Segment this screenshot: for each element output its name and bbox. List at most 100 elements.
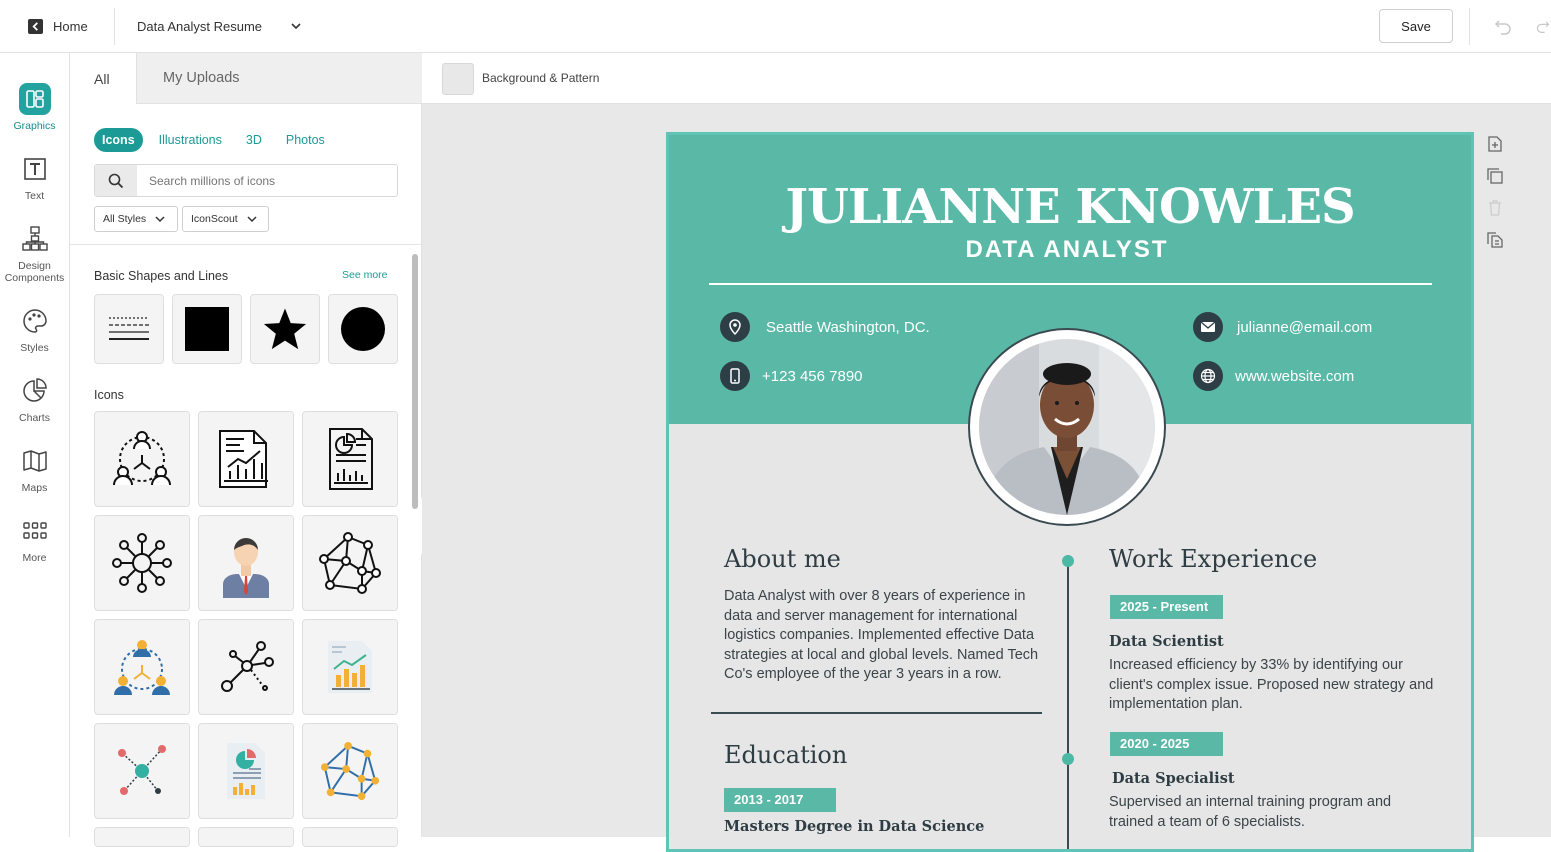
timeline-dot: [1062, 555, 1074, 567]
chip-illustrations[interactable]: Illustrations: [151, 128, 230, 152]
chevron-down-icon[interactable]: [289, 19, 303, 33]
grid-icon: [19, 515, 51, 547]
location-pin-icon: [720, 312, 750, 342]
education-heading[interactable]: Education: [724, 741, 847, 769]
timeline-dot: [1062, 753, 1074, 765]
rail-item-more[interactable]: More: [0, 515, 69, 564]
design-components-icon: [19, 223, 51, 255]
job1-title[interactable]: Data Scientist: [1109, 633, 1224, 650]
document-analytics-icon[interactable]: [302, 411, 398, 507]
molecule-icon[interactable]: [198, 619, 294, 715]
resume-name[interactable]: JULIANNE KNOWLES: [669, 179, 1471, 235]
home-label: Home: [53, 18, 88, 34]
map-icon: [19, 445, 51, 477]
rail-item-styles[interactable]: Styles: [0, 305, 69, 354]
icon-tile[interactable]: [302, 827, 398, 847]
businessman-icon[interactable]: [198, 515, 294, 611]
square-shape[interactable]: [172, 294, 242, 364]
education-period-badge[interactable]: 2013 - 2017: [724, 788, 836, 812]
globe-icon: [1193, 361, 1223, 391]
search-icon[interactable]: [95, 165, 137, 196]
rail-item-design-components[interactable]: Design Components: [0, 223, 69, 284]
polygon-network-icon[interactable]: [302, 515, 398, 611]
source-filter-dropdown[interactable]: IconScout: [182, 206, 269, 232]
palette-icon: [19, 305, 51, 337]
rail-label: Maps: [21, 482, 48, 494]
background-swatch[interactable]: [442, 63, 474, 95]
team-network-color-icon[interactable]: [94, 619, 190, 715]
style-filter-dropdown[interactable]: All Styles: [94, 206, 178, 232]
see-more-link[interactable]: See more: [342, 269, 388, 281]
lines-shape[interactable]: [94, 294, 164, 364]
rail-label: Design Components: [4, 260, 65, 284]
divider: [114, 8, 115, 45]
tab-my-uploads[interactable]: My Uploads: [136, 53, 422, 104]
category-chips: Icons Illustrations 3D Photos: [94, 128, 341, 152]
resume-role[interactable]: DATA ANALYST: [669, 236, 1465, 264]
home-button[interactable]: Home: [28, 12, 88, 40]
panel-scrollbar[interactable]: [412, 254, 418, 509]
rail-item-text[interactable]: Text: [0, 153, 69, 202]
job2-period-badge[interactable]: 2020 - 2025: [1110, 732, 1223, 756]
location-text: Seattle Washington, DC.: [766, 318, 930, 336]
job2-text[interactable]: Supervised an internal training program …: [1109, 793, 1435, 832]
contact-location[interactable]: Seattle Washington, DC.: [720, 312, 930, 342]
report-growth-icon[interactable]: [302, 619, 398, 715]
save-button[interactable]: Save: [1379, 9, 1453, 43]
copy-page-icon[interactable]: [1486, 231, 1504, 249]
about-text[interactable]: Data Analyst with over 8 years of experi…: [724, 587, 1044, 685]
about-heading[interactable]: About me: [724, 545, 841, 573]
chevron-down-icon: [155, 216, 165, 223]
shapes-section-title: Basic Shapes and Lines: [94, 269, 229, 283]
chip-3d[interactable]: 3D: [238, 128, 270, 152]
top-bar: Home Data Analyst Resume Save: [0, 0, 1551, 53]
background-pattern-button[interactable]: Background & Pattern: [482, 71, 599, 85]
duplicate-page-icon[interactable]: [1486, 167, 1504, 185]
rail-label: Styles: [20, 342, 49, 354]
tab-all[interactable]: All: [70, 53, 136, 104]
rail-item-graphics[interactable]: Graphics: [0, 83, 69, 132]
canvas-toolbar: Background & Pattern: [422, 53, 1551, 104]
icon-tile[interactable]: [198, 827, 294, 847]
rail-item-charts[interactable]: Charts: [0, 375, 69, 424]
profile-photo-frame[interactable]: [968, 328, 1166, 526]
star-icon[interactable]: [250, 294, 320, 364]
delete-page-icon[interactable]: [1486, 199, 1504, 217]
redo-icon[interactable]: [1535, 16, 1551, 36]
document-title[interactable]: Data Analyst Resume: [137, 12, 262, 40]
network-hub-icon[interactable]: [94, 515, 190, 611]
email-text: julianne@email.com: [1237, 318, 1373, 336]
rail-item-maps[interactable]: Maps: [0, 445, 69, 494]
rail-label: More: [22, 552, 47, 564]
panel-tabs: All My Uploads: [70, 53, 422, 104]
icon-tile[interactable]: [94, 827, 190, 847]
team-network-icon[interactable]: [94, 411, 190, 507]
chevron-down-icon: [247, 216, 257, 223]
email-icon: [1193, 312, 1223, 342]
network-nodes-color-icon[interactable]: [94, 723, 190, 819]
education-degree[interactable]: Masters Degree in Data Science: [724, 818, 984, 835]
job1-text[interactable]: Increased efficiency by 33% by identifyi…: [1109, 656, 1435, 715]
contact-email[interactable]: julianne@email.com: [1193, 312, 1372, 342]
report-pie-icon[interactable]: [198, 723, 294, 819]
contact-phone[interactable]: +123 456 7890: [720, 361, 863, 391]
job1-period-badge[interactable]: 2025 - Present: [1110, 595, 1223, 619]
icons-section-title: Icons: [94, 388, 124, 402]
back-icon: [28, 18, 43, 34]
job2-title[interactable]: Data Specialist: [1112, 770, 1235, 787]
divider: [1469, 8, 1470, 45]
contact-website[interactable]: www.website.com: [1193, 361, 1354, 391]
chip-icons[interactable]: Icons: [94, 128, 143, 152]
circle-shape[interactable]: [328, 294, 398, 364]
search-input[interactable]: [137, 165, 397, 196]
report-chart-icon[interactable]: [198, 411, 294, 507]
add-page-icon[interactable]: [1486, 135, 1504, 153]
chip-photos[interactable]: Photos: [278, 128, 333, 152]
undo-icon[interactable]: [1493, 16, 1513, 36]
resume-page[interactable]: JULIANNE KNOWLES DATA ANALYST Seattle Wa…: [666, 132, 1474, 852]
text-icon: [19, 153, 51, 185]
rail-label: Graphics: [13, 120, 56, 132]
polygon-network-color-icon[interactable]: [302, 723, 398, 819]
work-heading[interactable]: Work Experience: [1109, 545, 1317, 573]
graphics-icon: [18, 83, 51, 115]
